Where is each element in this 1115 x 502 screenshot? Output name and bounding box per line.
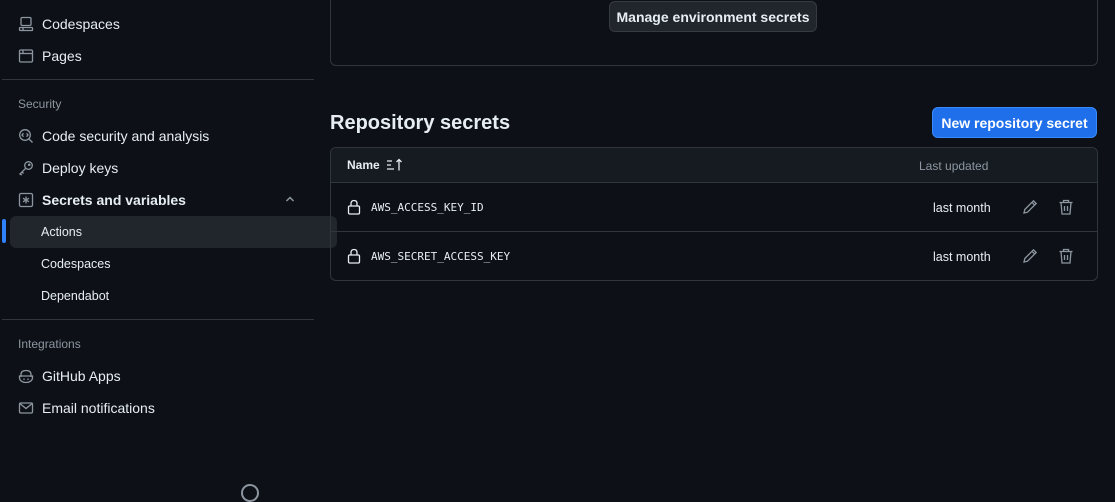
trash-icon[interactable]	[1057, 198, 1075, 216]
sidebar-item-secrets-and-variables[interactable]: Secrets and variables	[10, 184, 306, 216]
settings-sidebar: Codespaces Pages Security Code security …	[0, 0, 337, 490]
section-label-security: Security	[18, 97, 62, 111]
sidebar-item-label: Email notifications	[42, 400, 155, 416]
key-icon	[18, 160, 34, 176]
secret-updated: last month	[933, 250, 991, 264]
sidebar-item-label: Code security and analysis	[42, 128, 210, 144]
copilot-icon	[18, 368, 34, 384]
sidebar-item-github-apps[interactable]: GitHub Apps	[10, 360, 306, 392]
sort-by-name[interactable]: Name	[347, 158, 404, 172]
sidebar-item-codespaces[interactable]: Codespaces	[10, 8, 306, 40]
sidebar-item-label: GitHub Apps	[42, 368, 121, 384]
sidebar-item-label: Codespaces	[42, 16, 120, 32]
repository-secrets-title: Repository secrets	[330, 112, 511, 134]
lock-icon	[347, 199, 361, 215]
mail-icon	[18, 400, 34, 416]
secret-name: AWS_SECRET_ACCESS_KEY	[371, 250, 511, 263]
sidebar-item-email-notifications[interactable]: Email notifications	[10, 392, 306, 424]
sidebar-subitem-dependabot[interactable]: Dependabot	[10, 280, 337, 312]
browser-icon	[18, 48, 34, 64]
sidebar-divider	[2, 319, 314, 320]
table-row: AWS_ACCESS_KEY_ID last month	[331, 183, 1097, 232]
codescan-icon	[18, 128, 34, 144]
lock-icon	[347, 248, 361, 264]
active-indicator	[2, 219, 6, 243]
footer-logo-icon	[241, 484, 259, 502]
column-header-name: Name	[347, 158, 380, 172]
trash-icon[interactable]	[1057, 247, 1075, 265]
column-header-last-updated: Last updated	[919, 159, 989, 173]
chevron-up-icon[interactable]	[284, 193, 296, 205]
manage-environment-secrets-button[interactable]: Manage environment secrets	[609, 1, 817, 32]
pencil-icon[interactable]	[1021, 198, 1039, 216]
secret-name: AWS_ACCESS_KEY_ID	[371, 201, 484, 214]
sidebar-subitem-codespaces[interactable]: Codespaces	[10, 248, 337, 280]
sidebar-item-label: Actions	[41, 225, 82, 239]
sidebar-item-label: Deploy keys	[42, 160, 119, 176]
section-label-integrations: Integrations	[18, 337, 81, 351]
sidebar-item-label: Pages	[42, 48, 82, 64]
codespaces-icon	[18, 16, 34, 32]
sidebar-item-label: Secrets and variables	[42, 192, 186, 208]
new-repository-secret-button[interactable]: New repository secret	[932, 107, 1097, 138]
pencil-icon[interactable]	[1021, 247, 1039, 265]
sort-asc-icon	[386, 158, 402, 171]
asterisk-icon	[18, 192, 34, 208]
sidebar-item-pages[interactable]: Pages	[10, 40, 306, 72]
sidebar-item-deploy-keys[interactable]: Deploy keys	[10, 152, 306, 184]
sidebar-divider	[2, 79, 314, 80]
sidebar-item-label: Dependabot	[41, 289, 110, 303]
table-row: AWS_SECRET_ACCESS_KEY last month	[331, 232, 1097, 280]
sidebar-item-label: Codespaces	[41, 257, 111, 271]
secrets-table: Name Last updated AWS_ACCESS_KEY_ID last…	[330, 147, 1098, 281]
sidebar-subitem-actions[interactable]: Actions	[10, 216, 337, 248]
secret-updated: last month	[933, 201, 991, 215]
sidebar-item-code-security[interactable]: Code security and analysis	[10, 120, 306, 152]
table-header: Name Last updated	[331, 148, 1097, 183]
